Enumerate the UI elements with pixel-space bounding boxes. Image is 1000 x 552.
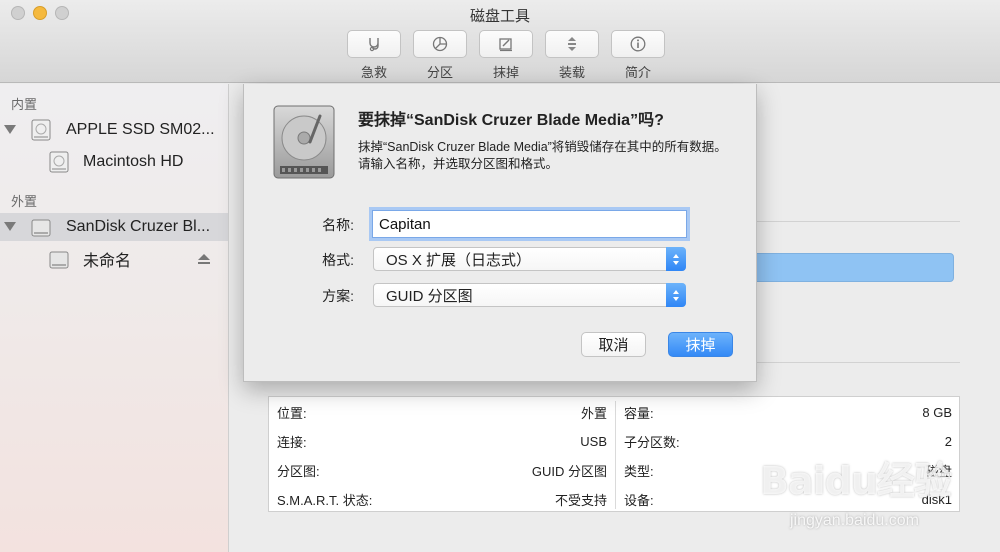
- partition-label: 分区: [426, 65, 453, 80]
- hard-drive-icon: [273, 105, 335, 179]
- sidebar-header-external: 外置: [11, 194, 38, 209]
- info-key: 容量:: [624, 406, 654, 421]
- window-title: 磁盘工具: [469, 8, 530, 25]
- toolbar-mount[interactable]: 装载: [545, 30, 599, 81]
- chevron-updown-icon: [666, 247, 686, 271]
- sidebar-item-label: Macintosh HD: [83, 153, 184, 170]
- format-select-value: OS X 扩展（日志式）: [386, 251, 532, 269]
- mount-label: 装载: [558, 65, 585, 80]
- scheme-label: 方案:: [322, 288, 354, 304]
- info-row: 容量: 8 GB: [616, 398, 960, 427]
- internal-disk-icon: [31, 119, 51, 141]
- sidebar: 内置 APPLE SSD SM02... Macintosh HD 外置 San…: [0, 84, 229, 552]
- info-key: 分区图:: [277, 464, 320, 479]
- volume-icon: [49, 251, 69, 269]
- mount-icon: [568, 37, 576, 51]
- info-value: GUID 分区图: [531, 464, 607, 479]
- disclosure-triangle-icon[interactable]: [4, 125, 16, 134]
- sidebar-item-untitled[interactable]: 未命名: [0, 245, 228, 273]
- toolbar-info[interactable]: 简介: [611, 30, 665, 81]
- stethoscope-icon: [369, 38, 379, 52]
- scheme-select-value: GUID 分区图: [386, 287, 473, 305]
- sidebar-item-label: SanDisk Cruzer Bl...: [66, 218, 211, 235]
- sidebar-item-label: APPLE SSD SM02...: [66, 121, 215, 138]
- info-key: 连接:: [277, 435, 307, 450]
- window-titlebar: 磁盘工具 急救 分区 抹掉 装载 简介: [0, 0, 1000, 83]
- pie-chart-icon: [432, 36, 448, 52]
- volume-icon: [49, 151, 69, 173]
- info-row: 位置: 外置: [269, 398, 615, 427]
- format-label: 格式:: [322, 252, 354, 268]
- sidebar-item-sandisk[interactable]: SanDisk Cruzer Bl...: [0, 213, 228, 241]
- info-value: 2: [944, 434, 952, 449]
- info-label: 简介: [624, 65, 651, 80]
- toolbar: 急救 分区 抹掉 装载 简介: [347, 30, 665, 81]
- info-row: 分区图: GUID 分区图: [269, 456, 615, 485]
- name-label: 名称:: [322, 217, 354, 233]
- toolbar-partition[interactable]: 分区: [413, 30, 467, 81]
- sidebar-item-apple-ssd[interactable]: APPLE SSD SM02...: [0, 116, 228, 144]
- erase-toolbar-button[interactable]: [479, 30, 533, 58]
- info-value: 8 GB: [922, 405, 952, 420]
- watermark-url: jingyan.baidu.com: [790, 512, 919, 529]
- info-key: 位置:: [277, 406, 307, 421]
- toolbar-first-aid[interactable]: 急救: [347, 30, 401, 81]
- erase-icon: [499, 38, 512, 52]
- sidebar-item-label: 未命名: [83, 253, 132, 270]
- first-aid-button[interactable]: [347, 30, 401, 58]
- info-icon: [630, 36, 646, 52]
- partition-button[interactable]: [413, 30, 467, 58]
- info-value: USB: [580, 434, 607, 449]
- external-disk-icon: [31, 219, 51, 237]
- eject-icon[interactable]: [198, 254, 210, 264]
- sheet-description: 抹掉“SanDisk Cruzer Blade Media”将销毁储存在其中的所…: [358, 140, 727, 171]
- divider: [757, 221, 960, 222]
- disclosure-triangle-icon[interactable]: [4, 222, 16, 231]
- sheet-title: 要抹掉“SanDisk Cruzer Blade Media”吗?: [358, 112, 664, 129]
- first-aid-label: 急救: [360, 65, 387, 80]
- mount-button[interactable]: [545, 30, 599, 58]
- name-field[interactable]: [372, 210, 687, 238]
- info-column-left: 位置: 外置 连接: USB 分区图: GUID 分区图 S.M.A.R.T. 状态:…: [269, 397, 615, 513]
- sidebar-item-macintosh-hd[interactable]: Macintosh HD: [0, 148, 228, 176]
- scheme-select[interactable]: GUID 分区图: [373, 283, 686, 307]
- info-row: S.M.A.R.T. 状态: 不受支持: [269, 485, 615, 514]
- sidebar-header-internal: 内置: [11, 97, 38, 112]
- info-button[interactable]: [611, 30, 665, 58]
- divider: [757, 362, 960, 363]
- info-row: 连接: USB: [269, 427, 615, 456]
- info-key: 设备:: [624, 493, 654, 508]
- cancel-button[interactable]: 取消: [581, 332, 646, 357]
- info-key: S.M.A.R.T. 状态:: [277, 493, 373, 508]
- info-key: 子分区数:: [624, 435, 680, 450]
- info-value: 外置: [580, 406, 607, 421]
- usage-bar: [744, 253, 954, 282]
- chevron-updown-icon: [666, 283, 686, 307]
- info-value: 不受支持: [554, 493, 607, 508]
- info-key: 类型:: [624, 464, 654, 479]
- watermark-logo: Baidu经验: [760, 459, 952, 503]
- erase-toolbar-label: 抹掉: [492, 65, 519, 80]
- erase-sheet-dialog: 要抹掉“SanDisk Cruzer Blade Media”吗? 抹掉“San…: [243, 84, 757, 382]
- format-select[interactable]: OS X 扩展（日志式）: [373, 247, 686, 271]
- toolbar-erase[interactable]: 抹掉: [479, 30, 533, 81]
- erase-button[interactable]: 抹掉: [668, 332, 733, 357]
